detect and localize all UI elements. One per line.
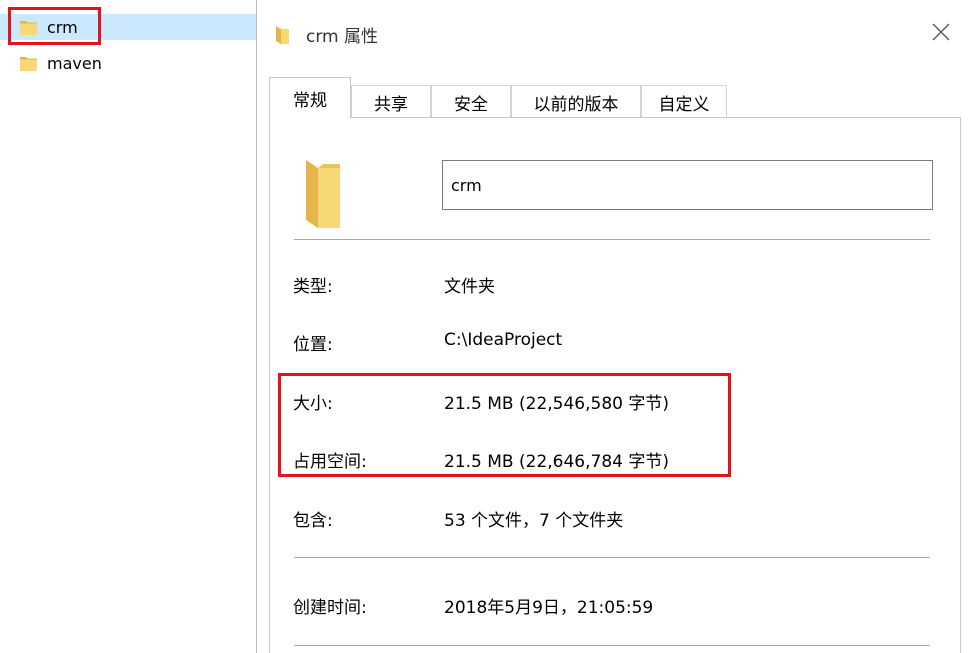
created-label: 创建时间: (293, 598, 367, 618)
tab-label: 安全 (454, 94, 488, 115)
location-label: 位置: (293, 335, 333, 355)
created-value: 2018年5月9日，21:05:59 (444, 598, 654, 618)
title-bar[interactable]: crm 属性 (257, 0, 970, 70)
type-value: 文件夹 (444, 277, 495, 297)
list-item-maven[interactable]: maven (0, 50, 256, 76)
folder-icon (276, 26, 289, 44)
tab-label: 常规 (293, 90, 327, 111)
tab-general[interactable]: 常规 (269, 77, 351, 118)
divider (294, 557, 930, 558)
tab-sharing[interactable]: 共享 (351, 85, 431, 118)
tab-customize[interactable]: 自定义 (641, 85, 727, 118)
type-label: 类型: (293, 277, 333, 297)
tab-strip: 常规 共享 安全 以前的版本 自定义 (269, 77, 969, 118)
highlight-box-size (278, 373, 731, 477)
file-list: crm maven (0, 0, 256, 653)
tab-label: 共享 (374, 94, 408, 115)
location-value: C:\IdeaProject (444, 330, 563, 350)
dialog-title: crm 属性 (306, 27, 379, 47)
contains-label: 包含: (293, 511, 333, 531)
tab-security[interactable]: 安全 (431, 85, 511, 118)
contains-value: 53 个文件，7 个文件夹 (444, 511, 624, 531)
tab-previous-versions[interactable]: 以前的版本 (511, 85, 641, 118)
folder-name-field[interactable] (442, 160, 933, 210)
divider (294, 645, 930, 646)
properties-dialog: crm 属性 常规 共享 安全 以前的版本 自定义 crm 类型: 文件夹 位置… (256, 0, 970, 653)
divider (294, 239, 930, 240)
screen: crm maven crm 属性 常规 共享 安全 以前的版本 自定义 crm … (0, 0, 970, 653)
highlight-box-crm (8, 7, 101, 45)
close-button[interactable] (923, 16, 959, 52)
folder-icon (20, 55, 37, 72)
folder-icon (306, 156, 340, 228)
close-icon (932, 23, 950, 45)
list-item-label: maven (47, 53, 102, 73)
tab-label: 以前的版本 (533, 94, 619, 115)
tab-label: 自定义 (658, 94, 710, 115)
